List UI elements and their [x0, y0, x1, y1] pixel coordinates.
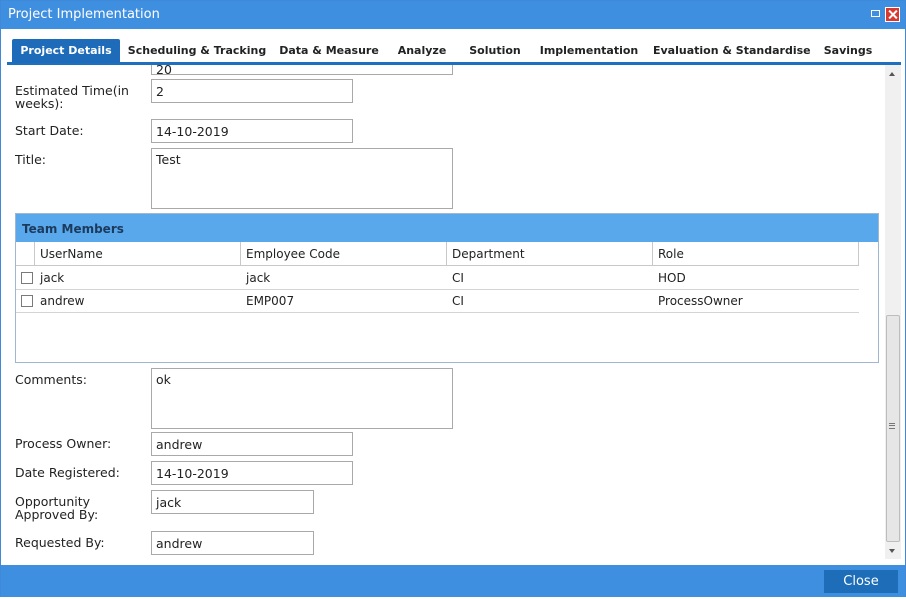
approved-by-label: Opportunity Approved By:	[15, 494, 99, 522]
select-column-header	[16, 242, 35, 266]
top-partial-value: 20	[156, 65, 172, 75]
start-date-label: Start Date:	[15, 123, 84, 138]
table-row[interactable]: andrew EMP007 CI ProcessOwner	[16, 290, 859, 313]
cell-employee-code: EMP007	[246, 294, 295, 308]
tab-scheduling-tracking[interactable]: Scheduling & Tracking	[127, 39, 267, 63]
window-title: Project Implementation	[8, 7, 160, 22]
estimated-time-field[interactable]: 2	[151, 79, 353, 103]
column-employee-code[interactable]: Employee Code	[241, 242, 447, 266]
dialog-footer: Close	[1, 565, 905, 597]
restore-icon[interactable]	[869, 7, 884, 22]
requested-by-label: Requested By:	[15, 535, 105, 550]
start-date-field[interactable]: 14-10-2019	[151, 119, 353, 143]
vertical-scrollbar[interactable]	[885, 65, 901, 559]
tab-bar: Project Details Scheduling & Tracking Da…	[7, 36, 901, 65]
column-username[interactable]: UserName	[35, 242, 241, 266]
title-label: Title:	[15, 152, 46, 167]
requested-by-field[interactable]: andrew	[151, 531, 314, 555]
estimated-time-label: Estimated Time(in weeks):	[15, 83, 129, 111]
table-row[interactable]: jack jack CI HOD	[16, 267, 859, 290]
row-checkbox[interactable]	[21, 295, 33, 307]
comments-field[interactable]: ok	[151, 368, 453, 429]
cell-role: HOD	[658, 271, 686, 285]
process-owner-field[interactable]: andrew	[151, 432, 353, 456]
close-icon[interactable]	[885, 7, 900, 22]
date-registered-label: Date Registered:	[15, 465, 120, 480]
cell-department: CI	[452, 271, 464, 285]
tab-data-measure[interactable]: Data & Measure	[276, 39, 382, 63]
cell-employee-code: jack	[246, 271, 271, 285]
comments-label: Comments:	[15, 372, 87, 387]
scroll-up-icon[interactable]	[889, 72, 895, 76]
row-checkbox[interactable]	[21, 272, 33, 284]
team-members-title: Team Members	[16, 214, 878, 242]
team-members-grid: Team Members UserName Employee Code Depa…	[15, 213, 879, 363]
process-owner-label: Process Owner:	[15, 436, 112, 451]
scroll-down-icon[interactable]	[889, 549, 895, 553]
cell-role: ProcessOwner	[658, 294, 743, 308]
project-details-panel: 20 Estimated Time(in weeks): 2 Start Dat…	[7, 65, 885, 559]
column-department[interactable]: Department	[447, 242, 653, 266]
cell-username: andrew	[40, 294, 85, 308]
cell-username: jack	[40, 271, 65, 285]
title-bar: Project Implementation	[1, 1, 905, 29]
column-role[interactable]: Role	[653, 242, 859, 266]
cell-department: CI	[452, 294, 464, 308]
project-implementation-dialog: Project Implementation Project Details S…	[0, 0, 906, 597]
tab-solution[interactable]: Solution	[464, 39, 526, 63]
grid-header-row: UserName Employee Code Department Role	[16, 242, 859, 266]
close-button[interactable]: Close	[824, 570, 898, 593]
date-registered-field[interactable]: 14-10-2019	[151, 461, 353, 485]
tab-implementation[interactable]: Implementation	[537, 39, 641, 63]
tab-savings[interactable]: Savings	[817, 39, 879, 63]
top-partial-field[interactable]: 20	[151, 65, 453, 75]
approved-by-field[interactable]: jack	[151, 490, 314, 514]
tab-analyze[interactable]: Analyze	[391, 39, 453, 63]
tab-evaluation-standardise[interactable]: Evaluation & Standardise	[653, 39, 811, 63]
scroll-grip	[889, 423, 895, 429]
tab-project-details[interactable]: Project Details	[12, 39, 120, 63]
title-field[interactable]: Test	[151, 148, 453, 209]
